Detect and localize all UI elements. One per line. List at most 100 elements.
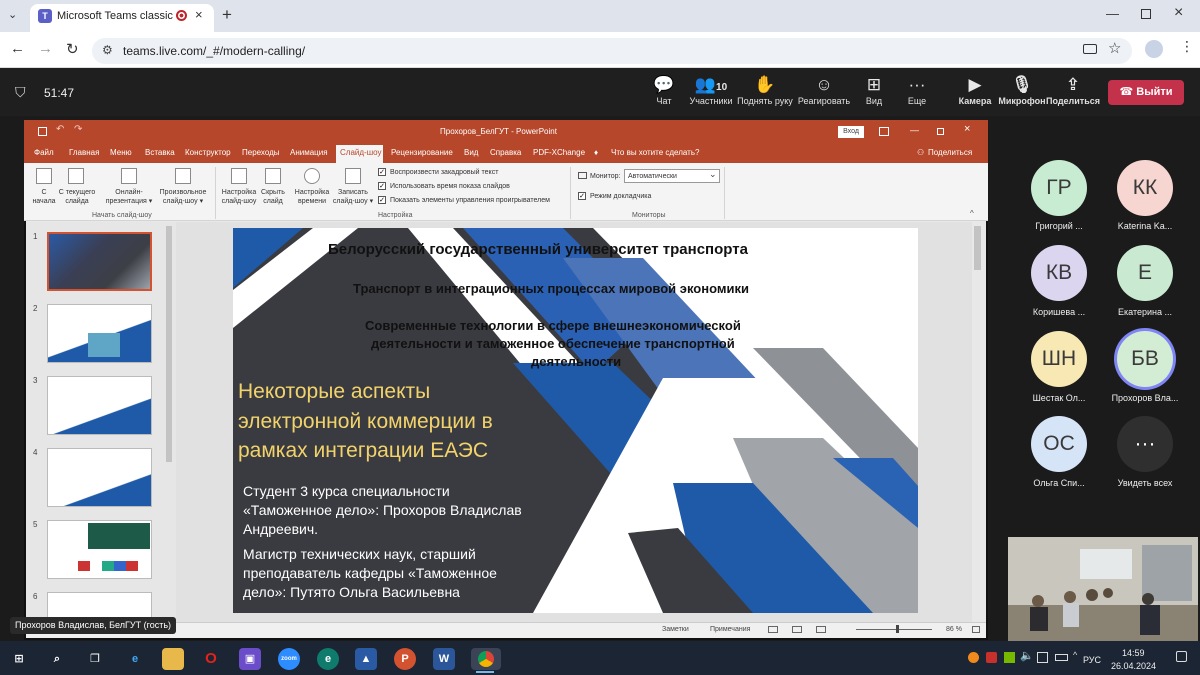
- back-icon[interactable]: ←: [10, 40, 25, 57]
- participant-avatar[interactable]: БВ: [1117, 331, 1173, 387]
- reading-view-icon[interactable]: [816, 626, 826, 633]
- tab-close-icon[interactable]: ×: [195, 7, 203, 22]
- edge-icon[interactable]: e: [124, 648, 146, 670]
- share-button[interactable]: ⇪ Поделиться: [1043, 76, 1103, 116]
- tray-nvidia-icon[interactable]: [1004, 652, 1015, 663]
- rehearse-timings-button[interactable]: Настройка времени: [290, 188, 334, 206]
- more-button[interactable]: ··· Еще: [887, 76, 947, 116]
- ppt-minimize-icon[interactable]: —: [910, 125, 919, 135]
- collapse-ribbon-icon[interactable]: ^: [970, 209, 974, 218]
- notes-button[interactable]: Заметки: [662, 626, 689, 633]
- tray-chevron-icon[interactable]: ^: [1073, 650, 1077, 660]
- ppt-maximize-icon[interactable]: [937, 128, 944, 135]
- current-slide[interactable]: Белорусский государственный университет …: [233, 228, 918, 613]
- ppt-menu-animations[interactable]: Анимация: [290, 148, 328, 157]
- tray-mute-icon[interactable]: 🔈: [1020, 649, 1034, 662]
- zoom-slider-thumb[interactable]: [896, 625, 899, 633]
- ppt-close-icon[interactable]: ×: [964, 123, 970, 135]
- forward-icon[interactable]: →: [38, 40, 53, 57]
- from-current-button[interactable]: С текущего слайда: [56, 188, 98, 206]
- ppt-tell-me[interactable]: Что вы хотите сделать?: [611, 148, 699, 157]
- fit-slide-icon[interactable]: [972, 626, 980, 633]
- profile-avatar-icon[interactable]: [1145, 40, 1163, 58]
- sorter-view-icon[interactable]: [792, 626, 802, 633]
- ppt-menu-home[interactable]: Главная: [69, 148, 99, 157]
- ppt-signin-button[interactable]: Вход: [838, 126, 864, 138]
- ppt-menu-insert[interactable]: Вставка: [145, 148, 175, 157]
- word-icon[interactable]: W: [433, 648, 455, 670]
- ppt-menu-view[interactable]: Вид: [464, 148, 478, 157]
- checkbox-timings[interactable]: ✓: [378, 182, 386, 190]
- tray-battery-icon[interactable]: [1055, 654, 1068, 661]
- from-start-button[interactable]: Сначала: [30, 188, 58, 206]
- slide-thumbnail[interactable]: [47, 520, 152, 579]
- self-video-preview[interactable]: [1008, 537, 1198, 641]
- file-explorer-icon[interactable]: [162, 648, 184, 670]
- raise-hand-button[interactable]: ✋ Поднять руку: [735, 76, 795, 116]
- slide-thumbnail[interactable]: [47, 232, 152, 291]
- ppt-undo-icon[interactable]: ↶: [56, 124, 64, 135]
- tab-list-chevron-icon[interactable]: ⌄: [8, 8, 17, 21]
- photos-icon[interactable]: ▲: [355, 648, 377, 670]
- ppt-menu-pdfxchange[interactable]: PDF-XChange: [533, 148, 585, 157]
- browser-menu-icon[interactable]: ⋮: [1180, 38, 1194, 55]
- participant-avatar[interactable]: ОС: [1031, 416, 1087, 472]
- participant-avatar[interactable]: КВ: [1031, 245, 1087, 301]
- ppt-menu-slideshow[interactable]: Слайд-шоу: [340, 148, 381, 157]
- checkbox-presenter-view[interactable]: ✓: [578, 192, 586, 200]
- thumbnails-scrollbar[interactable]: [166, 226, 172, 462]
- slide-thumbnail[interactable]: [47, 304, 152, 363]
- participant-avatar[interactable]: Е: [1117, 245, 1173, 301]
- checkbox-media-controls[interactable]: ✓: [378, 196, 386, 204]
- checkbox-narration[interactable]: ✓: [378, 168, 386, 176]
- start-icon[interactable]: ⊞: [8, 648, 30, 670]
- record-slideshow-button[interactable]: Записать слайд-шоу ▾: [332, 188, 374, 206]
- hide-slide-button[interactable]: Скрыть слайд: [257, 188, 289, 206]
- slide-scrollbar[interactable]: [974, 226, 981, 270]
- ppt-menu-menu[interactable]: Меню: [110, 148, 132, 157]
- edge-green-icon[interactable]: e: [317, 648, 339, 670]
- chrome-icon[interactable]: [471, 648, 501, 670]
- tray-red-icon[interactable]: [986, 652, 997, 663]
- zoom-icon[interactable]: zoom: [278, 648, 300, 670]
- ppt-menu-review[interactable]: Рецензирование: [391, 148, 453, 157]
- leave-button[interactable]: ☎ Выйти: [1108, 80, 1184, 105]
- new-tab-icon[interactable]: +: [222, 5, 232, 25]
- online-presentation-button[interactable]: Онлайн-презентация ▾: [104, 188, 154, 206]
- bookmark-star-icon[interactable]: ☆: [1108, 39, 1121, 57]
- window-close-icon[interactable]: ×: [1174, 4, 1183, 22]
- search-icon[interactable]: ⌕: [46, 648, 68, 670]
- participant-avatar[interactable]: ШН: [1031, 331, 1087, 387]
- clock-time[interactable]: 14:59: [1122, 648, 1145, 658]
- notifications-icon[interactable]: [1176, 651, 1187, 662]
- site-info-icon[interactable]: ⚙: [102, 43, 113, 57]
- participant-avatar[interactable]: ГР: [1031, 160, 1087, 216]
- language-indicator[interactable]: РУС: [1083, 655, 1101, 665]
- slide-thumbnail[interactable]: [47, 448, 152, 507]
- floppy-app-icon[interactable]: ▣: [239, 648, 261, 670]
- participants-button[interactable]: 👥10 Участники: [681, 76, 741, 116]
- opera-icon[interactable]: O: [200, 648, 222, 670]
- ppt-menu-transitions[interactable]: Переходы: [242, 148, 280, 157]
- camera-in-use-icon[interactable]: [1083, 44, 1097, 54]
- zoom-slider[interactable]: [856, 629, 932, 630]
- setup-slideshow-button[interactable]: Настройка слайд-шоу: [219, 188, 259, 206]
- clock-date[interactable]: 26.04.2024: [1111, 661, 1156, 671]
- ppt-redo-icon[interactable]: ↷: [74, 124, 82, 135]
- see-all-button[interactable]: ···: [1117, 416, 1173, 472]
- ppt-menu-file[interactable]: Файл: [34, 148, 54, 157]
- ppt-share-button[interactable]: Поделиться: [928, 148, 972, 157]
- ppt-save-icon[interactable]: [38, 127, 47, 136]
- normal-view-icon[interactable]: [768, 626, 778, 633]
- comments-button[interactable]: Примечания: [710, 626, 750, 633]
- powerpoint-icon[interactable]: P: [394, 648, 416, 670]
- ppt-menu-help[interactable]: Справка: [490, 148, 521, 157]
- monitor-dropdown-icon[interactable]: ⌄: [709, 169, 717, 180]
- minimize-icon[interactable]: —: [1106, 6, 1119, 21]
- tray-network-icon[interactable]: [1037, 652, 1048, 663]
- participant-avatar[interactable]: КК: [1117, 160, 1173, 216]
- reload-icon[interactable]: ↻: [66, 40, 79, 58]
- maximize-icon[interactable]: [1141, 9, 1151, 19]
- tray-avast-icon[interactable]: [968, 652, 979, 663]
- ppt-ribbon-display-icon[interactable]: [879, 127, 889, 136]
